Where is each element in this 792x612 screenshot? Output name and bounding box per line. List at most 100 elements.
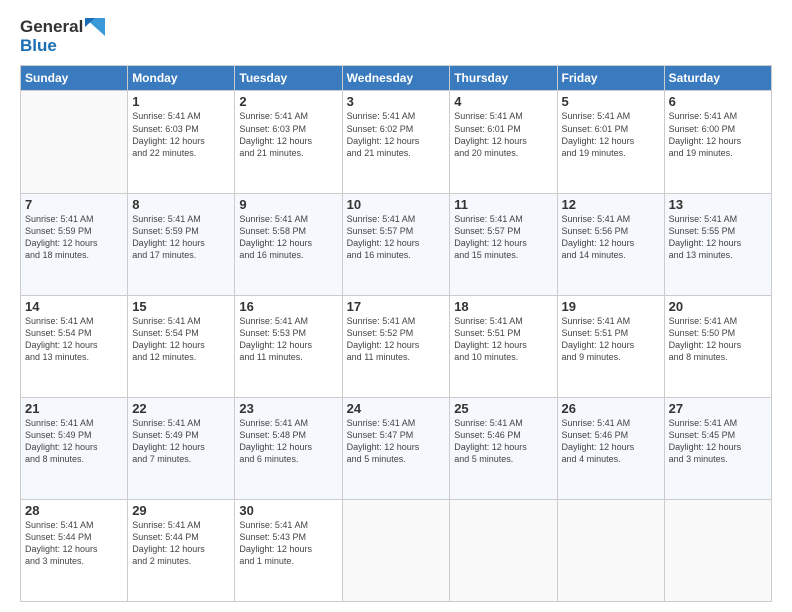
calendar-cell: 16Sunrise: 5:41 AM Sunset: 5:53 PM Dayli… — [235, 295, 342, 397]
calendar-cell: 4Sunrise: 5:41 AM Sunset: 6:01 PM Daylig… — [450, 91, 557, 193]
day-number: 5 — [562, 94, 660, 109]
calendar-cell: 17Sunrise: 5:41 AM Sunset: 5:52 PM Dayli… — [342, 295, 450, 397]
calendar-cell: 30Sunrise: 5:41 AM Sunset: 5:43 PM Dayli… — [235, 499, 342, 601]
day-header-sunday: Sunday — [21, 66, 128, 91]
day-info: Sunrise: 5:41 AM Sunset: 5:57 PM Dayligh… — [347, 213, 446, 262]
calendar-cell — [450, 499, 557, 601]
calendar-cell: 10Sunrise: 5:41 AM Sunset: 5:57 PM Dayli… — [342, 193, 450, 295]
day-info: Sunrise: 5:41 AM Sunset: 5:49 PM Dayligh… — [25, 417, 123, 466]
day-number: 29 — [132, 503, 230, 518]
day-info: Sunrise: 5:41 AM Sunset: 5:59 PM Dayligh… — [25, 213, 123, 262]
day-number: 16 — [239, 299, 337, 314]
day-number: 20 — [669, 299, 767, 314]
day-info: Sunrise: 5:41 AM Sunset: 5:51 PM Dayligh… — [562, 315, 660, 364]
day-info: Sunrise: 5:41 AM Sunset: 5:45 PM Dayligh… — [669, 417, 767, 466]
calendar-cell: 15Sunrise: 5:41 AM Sunset: 5:54 PM Dayli… — [128, 295, 235, 397]
calendar: SundayMondayTuesdayWednesdayThursdayFrid… — [20, 65, 772, 602]
calendar-cell: 12Sunrise: 5:41 AM Sunset: 5:56 PM Dayli… — [557, 193, 664, 295]
day-header-wednesday: Wednesday — [342, 66, 450, 91]
day-info: Sunrise: 5:41 AM Sunset: 6:01 PM Dayligh… — [562, 110, 660, 159]
calendar-cell: 11Sunrise: 5:41 AM Sunset: 5:57 PM Dayli… — [450, 193, 557, 295]
day-info: Sunrise: 5:41 AM Sunset: 6:01 PM Dayligh… — [454, 110, 552, 159]
calendar-cell: 7Sunrise: 5:41 AM Sunset: 5:59 PM Daylig… — [21, 193, 128, 295]
day-info: Sunrise: 5:41 AM Sunset: 5:55 PM Dayligh… — [669, 213, 767, 262]
day-number: 27 — [669, 401, 767, 416]
day-info: Sunrise: 5:41 AM Sunset: 5:50 PM Dayligh… — [669, 315, 767, 364]
calendar-cell: 26Sunrise: 5:41 AM Sunset: 5:46 PM Dayli… — [557, 397, 664, 499]
calendar-cell: 23Sunrise: 5:41 AM Sunset: 5:48 PM Dayli… — [235, 397, 342, 499]
day-number: 8 — [132, 197, 230, 212]
day-number: 19 — [562, 299, 660, 314]
calendar-cell: 28Sunrise: 5:41 AM Sunset: 5:44 PM Dayli… — [21, 499, 128, 601]
day-info: Sunrise: 5:41 AM Sunset: 5:48 PM Dayligh… — [239, 417, 337, 466]
day-info: Sunrise: 5:41 AM Sunset: 5:43 PM Dayligh… — [239, 519, 337, 568]
day-number: 1 — [132, 94, 230, 109]
calendar-cell — [557, 499, 664, 601]
day-header-tuesday: Tuesday — [235, 66, 342, 91]
day-info: Sunrise: 5:41 AM Sunset: 5:49 PM Dayligh… — [132, 417, 230, 466]
calendar-cell: 8Sunrise: 5:41 AM Sunset: 5:59 PM Daylig… — [128, 193, 235, 295]
calendar-cell: 6Sunrise: 5:41 AM Sunset: 6:00 PM Daylig… — [664, 91, 771, 193]
calendar-cell: 13Sunrise: 5:41 AM Sunset: 5:55 PM Dayli… — [664, 193, 771, 295]
day-info: Sunrise: 5:41 AM Sunset: 6:03 PM Dayligh… — [239, 110, 337, 159]
day-number: 9 — [239, 197, 337, 212]
calendar-cell: 27Sunrise: 5:41 AM Sunset: 5:45 PM Dayli… — [664, 397, 771, 499]
calendar-cell: 21Sunrise: 5:41 AM Sunset: 5:49 PM Dayli… — [21, 397, 128, 499]
calendar-cell — [342, 499, 450, 601]
calendar-cell — [21, 91, 128, 193]
day-number: 17 — [347, 299, 446, 314]
day-info: Sunrise: 5:41 AM Sunset: 5:54 PM Dayligh… — [25, 315, 123, 364]
calendar-cell: 2Sunrise: 5:41 AM Sunset: 6:03 PM Daylig… — [235, 91, 342, 193]
day-number: 26 — [562, 401, 660, 416]
day-number: 30 — [239, 503, 337, 518]
day-info: Sunrise: 5:41 AM Sunset: 5:51 PM Dayligh… — [454, 315, 552, 364]
calendar-cell: 18Sunrise: 5:41 AM Sunset: 5:51 PM Dayli… — [450, 295, 557, 397]
day-number: 12 — [562, 197, 660, 212]
day-number: 6 — [669, 94, 767, 109]
day-info: Sunrise: 5:41 AM Sunset: 5:44 PM Dayligh… — [132, 519, 230, 568]
calendar-cell: 3Sunrise: 5:41 AM Sunset: 6:02 PM Daylig… — [342, 91, 450, 193]
calendar-cell: 24Sunrise: 5:41 AM Sunset: 5:47 PM Dayli… — [342, 397, 450, 499]
day-number: 4 — [454, 94, 552, 109]
day-info: Sunrise: 5:41 AM Sunset: 5:54 PM Dayligh… — [132, 315, 230, 364]
calendar-cell: 5Sunrise: 5:41 AM Sunset: 6:01 PM Daylig… — [557, 91, 664, 193]
day-info: Sunrise: 5:41 AM Sunset: 5:46 PM Dayligh… — [562, 417, 660, 466]
calendar-cell: 20Sunrise: 5:41 AM Sunset: 5:50 PM Dayli… — [664, 295, 771, 397]
calendar-cell: 25Sunrise: 5:41 AM Sunset: 5:46 PM Dayli… — [450, 397, 557, 499]
day-info: Sunrise: 5:41 AM Sunset: 5:44 PM Dayligh… — [25, 519, 123, 568]
day-info: Sunrise: 5:41 AM Sunset: 6:03 PM Dayligh… — [132, 110, 230, 159]
calendar-cell: 14Sunrise: 5:41 AM Sunset: 5:54 PM Dayli… — [21, 295, 128, 397]
day-header-monday: Monday — [128, 66, 235, 91]
day-info: Sunrise: 5:41 AM Sunset: 5:52 PM Dayligh… — [347, 315, 446, 364]
calendar-cell — [664, 499, 771, 601]
day-info: Sunrise: 5:41 AM Sunset: 5:47 PM Dayligh… — [347, 417, 446, 466]
day-number: 22 — [132, 401, 230, 416]
day-number: 2 — [239, 94, 337, 109]
calendar-cell: 22Sunrise: 5:41 AM Sunset: 5:49 PM Dayli… — [128, 397, 235, 499]
day-info: Sunrise: 5:41 AM Sunset: 6:00 PM Dayligh… — [669, 110, 767, 159]
day-header-thursday: Thursday — [450, 66, 557, 91]
day-number: 23 — [239, 401, 337, 416]
day-number: 11 — [454, 197, 552, 212]
calendar-cell: 9Sunrise: 5:41 AM Sunset: 5:58 PM Daylig… — [235, 193, 342, 295]
day-info: Sunrise: 5:41 AM Sunset: 5:46 PM Dayligh… — [454, 417, 552, 466]
day-number: 10 — [347, 197, 446, 212]
day-info: Sunrise: 5:41 AM Sunset: 5:53 PM Dayligh… — [239, 315, 337, 364]
day-number: 28 — [25, 503, 123, 518]
calendar-cell: 19Sunrise: 5:41 AM Sunset: 5:51 PM Dayli… — [557, 295, 664, 397]
day-header-friday: Friday — [557, 66, 664, 91]
day-number: 18 — [454, 299, 552, 314]
day-number: 21 — [25, 401, 123, 416]
day-info: Sunrise: 5:41 AM Sunset: 5:56 PM Dayligh… — [562, 213, 660, 262]
day-number: 13 — [669, 197, 767, 212]
day-number: 24 — [347, 401, 446, 416]
day-number: 7 — [25, 197, 123, 212]
day-info: Sunrise: 5:41 AM Sunset: 6:02 PM Dayligh… — [347, 110, 446, 159]
logo: General Blue — [20, 18, 105, 55]
day-info: Sunrise: 5:41 AM Sunset: 5:59 PM Dayligh… — [132, 213, 230, 262]
day-info: Sunrise: 5:41 AM Sunset: 5:57 PM Dayligh… — [454, 213, 552, 262]
calendar-cell: 1Sunrise: 5:41 AM Sunset: 6:03 PM Daylig… — [128, 91, 235, 193]
day-header-saturday: Saturday — [664, 66, 771, 91]
day-number: 25 — [454, 401, 552, 416]
day-info: Sunrise: 5:41 AM Sunset: 5:58 PM Dayligh… — [239, 213, 337, 262]
